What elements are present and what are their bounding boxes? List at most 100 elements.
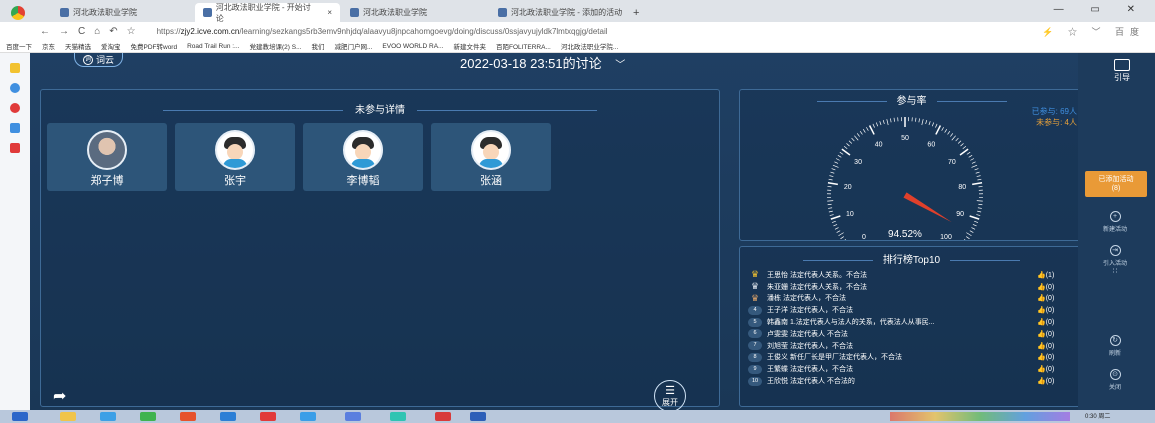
url-field[interactable]: https://zjy2.icve.com.cn/learning/sezkan… <box>157 27 608 36</box>
gauge-tick <box>827 182 838 186</box>
folder-icon[interactable] <box>60 412 76 421</box>
ranking-row: ♛ 王思怡 法定代表人关系。不合法 👍(1) <box>748 269 1078 281</box>
import-activity-button[interactable]: ⇥ 引入活动 ∷ <box>1085 245 1145 275</box>
gauge-scale-label: 10 <box>846 211 854 218</box>
ranking-row: 7 刘旭莹 法定代表人，不合法 👍(0) <box>748 340 1078 352</box>
bookmark[interactable]: EVOO WORLD RA... <box>382 43 443 50</box>
like-button[interactable]: 👍(0) <box>1037 330 1077 338</box>
history-icon[interactable] <box>10 83 20 93</box>
like-button[interactable]: 👍(0) <box>1037 294 1077 302</box>
ranking-text: 刘旭莹 法定代表人，不合法 <box>767 342 853 350</box>
system-tray[interactable] <box>890 412 1070 421</box>
app-icon[interactable] <box>100 412 116 421</box>
bookmark[interactable]: 免费PDF转word <box>131 41 178 51</box>
gauge-tick <box>951 135 956 141</box>
bookmark[interactable]: 天猫精选 <box>65 41 91 51</box>
nav-buttons[interactable]: ←→C⌂↶☆ <box>40 26 145 37</box>
star-icon[interactable] <box>10 63 20 73</box>
like-button[interactable]: 👍(0) <box>1037 342 1077 350</box>
gauge-scale-label: 20 <box>844 184 852 191</box>
tab-4[interactable]: 河北政法职业学院 - 添加的活动 <box>490 3 630 22</box>
bookmark[interactable]: 我们 <box>312 41 325 51</box>
expand-button[interactable]: ☰ 展开 <box>654 380 686 412</box>
gauge-scale-label: 70 <box>948 159 956 166</box>
like-button[interactable]: 👍(0) <box>1037 318 1077 326</box>
chrome-icon[interactable] <box>180 412 196 421</box>
student-card[interactable]: 郑子博 <box>47 123 167 191</box>
bookmark[interactable]: 新建文件夹 <box>453 41 486 51</box>
student-card[interactable]: 张涵 <box>431 123 551 191</box>
bookmark[interactable]: 党建教培课(2) S... <box>249 41 301 51</box>
window-controls[interactable]: — ▭ ✕ <box>1054 4 1147 15</box>
app-icon[interactable] <box>10 143 20 153</box>
like-button[interactable]: 👍(0) <box>1037 353 1077 361</box>
student-card[interactable]: 李博韬 <box>303 123 423 191</box>
bookmark[interactable]: 百陌FOLITERRA... <box>496 41 551 51</box>
browser-logo-icon[interactable] <box>8 3 28 23</box>
back-arrow-icon[interactable]: ➦ <box>53 386 66 406</box>
tab-3[interactable]: 河北政法职业学院 <box>342 3 435 22</box>
gauge-tick <box>886 119 889 126</box>
like-button[interactable]: 👍(0) <box>1037 306 1077 314</box>
ranking-text: 卢雯雯 法定代表人 不合法 <box>767 330 848 338</box>
weibo-icon[interactable] <box>10 103 20 113</box>
close-button[interactable]: ⊙ 关闭 <box>1085 369 1145 391</box>
chevron-down-icon: ﹀ <box>615 60 626 71</box>
close-tab-icon[interactable]: × <box>327 8 332 17</box>
gauge-tick <box>893 117 895 122</box>
reader-icon[interactable] <box>10 123 20 133</box>
student-card[interactable]: 张宇 <box>175 123 295 191</box>
app-icon[interactable] <box>470 412 486 421</box>
list-icon: ☰ <box>665 385 675 397</box>
new-tab-button[interactable]: + <box>625 3 647 22</box>
gauge-scale-label: 100 <box>940 234 952 240</box>
search-engine-label[interactable]: 百度 <box>1115 27 1145 37</box>
gauge-scale-label: 30 <box>854 159 862 166</box>
app-icon[interactable] <box>300 412 316 421</box>
discussion-app: 词 词云 2022-03-18 23:51的讨论 ﹀ 未参与详情 郑子博 张宇 … <box>30 53 1084 412</box>
gauge-tick <box>834 161 839 164</box>
bookmark[interactable]: 河北政法职业学院... <box>561 41 618 51</box>
like-button[interactable]: 👍(0) <box>1037 377 1077 385</box>
refresh-button[interactable]: ↻ 刷新 <box>1085 335 1145 357</box>
gauge-tick <box>971 227 976 230</box>
tab-2-active[interactable]: 河北政法职业学院 - 开始讨论 × <box>195 3 340 23</box>
app-icon[interactable] <box>260 412 276 421</box>
tab-1[interactable]: 河北政法职业学院 <box>52 3 145 22</box>
gauge-tick <box>830 171 835 174</box>
word-cloud-tab[interactable]: 词 词云 <box>74 53 124 67</box>
site-icon <box>350 8 359 17</box>
new-activity-button[interactable]: + 新建活动 <box>1085 211 1145 233</box>
gauge-tick <box>840 236 844 240</box>
address-right-tools[interactable]: ⚡ ☆ ﹀ 百度 <box>1042 25 1145 38</box>
bookmark[interactable]: Road Trail Run :... <box>187 43 239 50</box>
gauge-tick <box>851 137 855 142</box>
like-button[interactable]: 👍(1) <box>1037 271 1077 279</box>
added-activity-button[interactable]: 已添加活动 (8) <box>1085 171 1147 197</box>
app-icon[interactable] <box>390 412 406 421</box>
wps-icon[interactable] <box>435 412 451 421</box>
start-icon[interactable] <box>12 412 28 421</box>
like-button[interactable]: 👍(0) <box>1037 283 1077 291</box>
gauge-tick <box>844 239 847 240</box>
ie-icon[interactable] <box>220 412 236 421</box>
like-button[interactable]: 👍(0) <box>1037 365 1077 373</box>
bookmark[interactable]: 百度一下 <box>6 41 32 51</box>
mail-icon[interactable] <box>345 412 361 421</box>
gauge-tick <box>838 232 844 237</box>
gauge-tick <box>935 123 938 128</box>
bookmark[interactable]: 减肥门户网... <box>335 41 373 51</box>
gauge-tick <box>835 158 840 161</box>
ranking-text: 王子洋 法定代表人，不合法 <box>767 307 853 315</box>
bookmark[interactable]: 爱淘宝 <box>101 41 121 51</box>
guide-button[interactable]: 引导 <box>1114 59 1130 83</box>
gauge-tick <box>960 143 964 147</box>
non-participants-title: 未参与详情 <box>41 101 719 116</box>
discussion-title-dropdown[interactable]: 2022-03-18 23:51的讨论 ﹀ <box>460 53 625 72</box>
ranking-row: ♛ 潘栋 法定代表人，不合法 👍(0) <box>748 293 1078 305</box>
browser-icon[interactable] <box>140 412 156 421</box>
gauge-tick <box>875 122 879 127</box>
gauge-tick <box>947 130 951 135</box>
bookmark[interactable]: 京东 <box>42 41 55 51</box>
not-joined-count: 未参与: 4人 <box>1036 118 1077 127</box>
